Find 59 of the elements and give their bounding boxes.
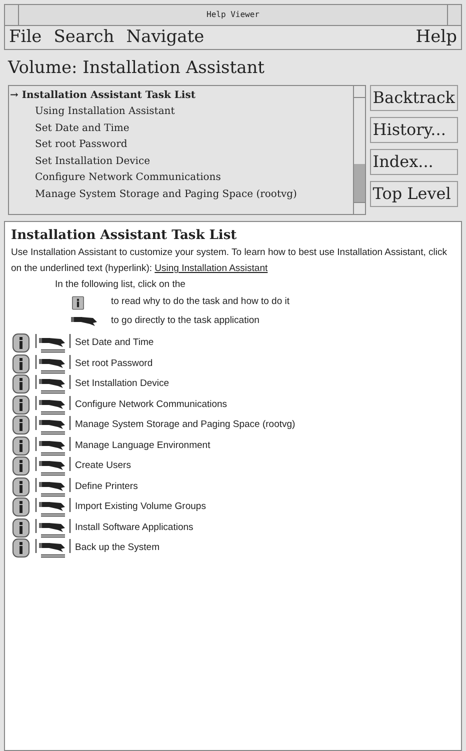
info-icon[interactable] <box>11 333 31 354</box>
task-label: Manage System Storage and Paging Space (rootvg) <box>75 418 296 432</box>
hand-icon[interactable] <box>35 455 71 478</box>
task-label: Configure Network Communications <box>75 398 228 412</box>
hand-icon[interactable] <box>35 352 71 375</box>
task-label: Set Installation Device <box>75 377 169 392</box>
hand-icon <box>71 316 97 326</box>
volume-label: Volume: Installation Assistant <box>6 57 266 80</box>
topic-item[interactable]: → Installation Assistant Task List <box>9 88 353 104</box>
topic-item[interactable]: Set root Password <box>9 137 353 154</box>
info-icon[interactable] <box>11 538 31 558</box>
info-icon <box>71 294 85 310</box>
hand-icon[interactable] <box>35 537 71 560</box>
topic-item[interactable]: Set Date and Time <box>9 120 353 137</box>
hand-icon[interactable] <box>35 516 71 539</box>
content-heading: Installation Assistant Task List <box>11 226 238 244</box>
topic-item[interactable]: Using Installation Assistant <box>9 104 353 120</box>
task-label: Manage Language Environment <box>75 438 210 453</box>
window-title: Help Viewer <box>206 9 260 21</box>
task-label: Set Date and Time <box>75 336 154 350</box>
hand-icon[interactable] <box>35 394 71 416</box>
task-label: Back up the System <box>75 541 160 556</box>
topic-item[interactable]: Configure Network Communications <box>9 170 353 186</box>
task-label: Define Printers <box>75 480 138 494</box>
scrollbar[interactable] <box>352 86 365 214</box>
task-label: Install Software Applications <box>75 520 194 535</box>
nav-button[interactable]: Backtrack <box>370 84 458 110</box>
hand-icon[interactable] <box>35 414 71 436</box>
menu-item[interactable]: Search <box>54 24 114 50</box>
hand-icon[interactable] <box>35 476 71 498</box>
info-icon[interactable] <box>11 354 31 374</box>
info-icon[interactable] <box>11 518 31 538</box>
legend-text: to go directly to the task application <box>111 314 260 328</box>
task-label: Import Existing Volume Groups <box>75 500 206 514</box>
legend-text: to read why to do the task and how to do it <box>111 295 290 310</box>
menu-item[interactable]: File <box>9 24 42 50</box>
nav-button[interactable]: Index... <box>370 148 458 174</box>
info-icon[interactable] <box>11 415 31 436</box>
intro-paragraph: Use Installation Assistant to customize your system. To learn how to best use Installation Assistant, click on the underlined text (hyperlink): Using Installation Assistant <box>11 246 448 276</box>
nav-button[interactable]: History... <box>370 116 458 142</box>
info-icon[interactable] <box>11 497 31 518</box>
info-icon[interactable] <box>11 436 31 456</box>
hand-icon[interactable] <box>35 434 71 457</box>
info-icon[interactable] <box>11 456 31 476</box>
hand-icon[interactable] <box>35 373 71 396</box>
task-label: Create Users <box>75 459 131 474</box>
topic-item[interactable]: Manage System Storage and Paging Space (rootvg) <box>9 186 353 203</box>
legend-intro: In the following list, click on the <box>54 278 186 292</box>
menu-item[interactable]: Help <box>416 24 457 50</box>
hand-icon[interactable] <box>35 496 71 518</box>
hyperlink[interactable]: Using Installation Assistant <box>154 263 268 274</box>
info-icon[interactable] <box>11 374 31 394</box>
topic-item[interactable]: Set Installation Device <box>9 154 353 170</box>
info-icon[interactable] <box>11 394 31 415</box>
hand-icon[interactable] <box>35 332 71 354</box>
menu-item[interactable]: Navigate <box>126 24 204 50</box>
task-label: Set root Password <box>75 356 153 371</box>
info-icon[interactable] <box>11 476 31 497</box>
nav-button[interactable]: Top Level <box>370 180 458 206</box>
